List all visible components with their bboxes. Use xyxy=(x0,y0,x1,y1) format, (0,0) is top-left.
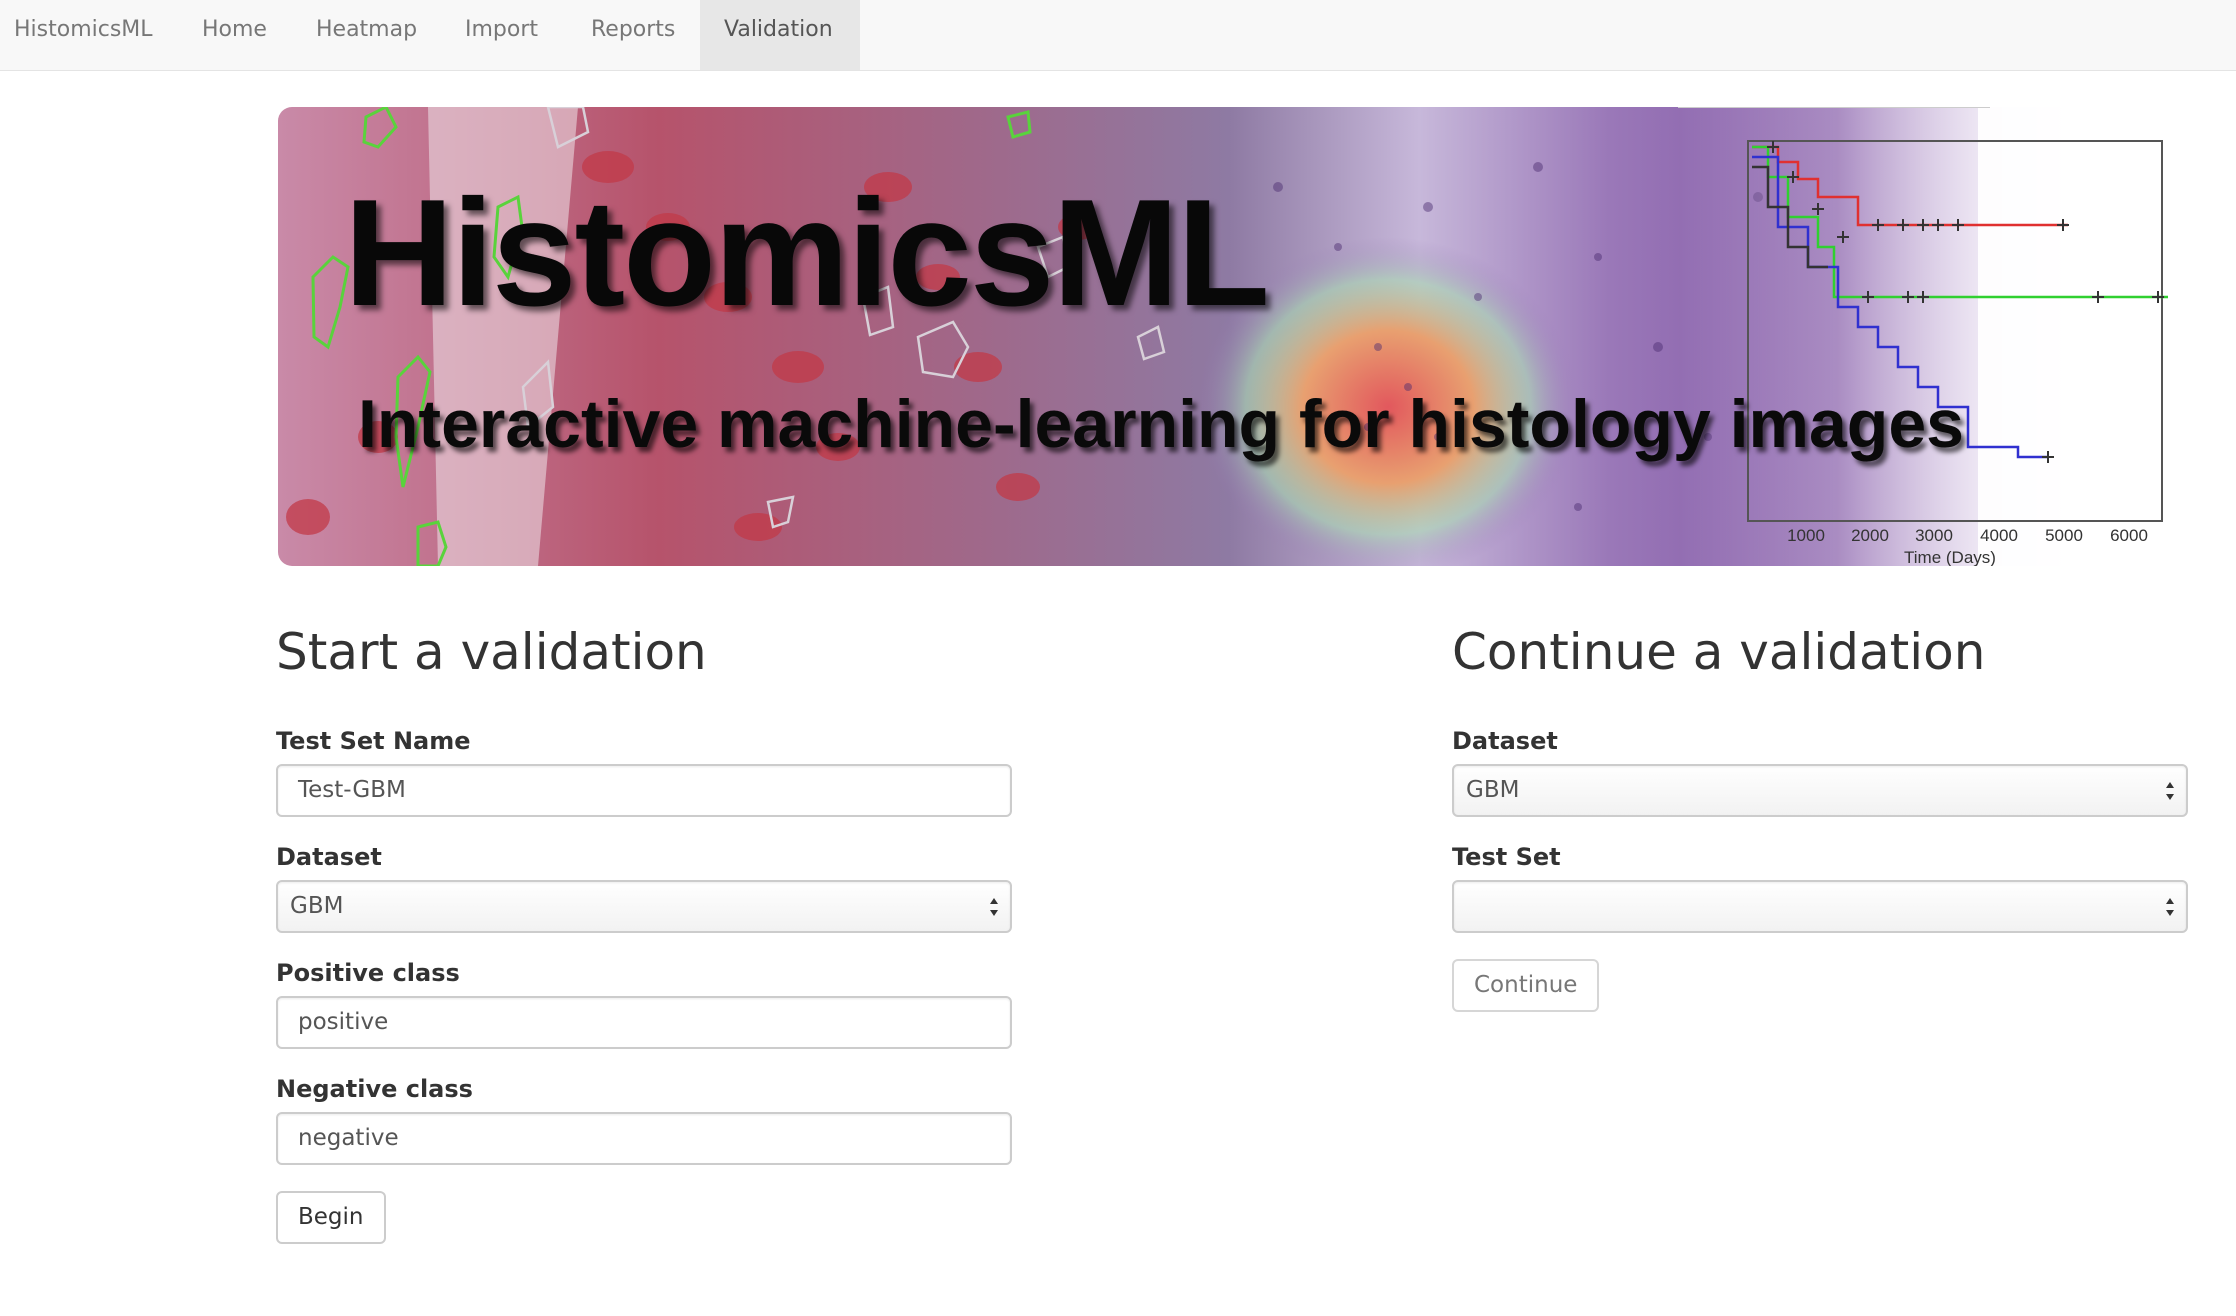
negative-class-label: Negative class xyxy=(276,1075,473,1103)
plot-tick: 3000 xyxy=(1915,526,1953,545)
plot-tick: 4000 xyxy=(1980,526,2018,545)
start-validation-title: Start a validation xyxy=(276,623,707,681)
test-set-select[interactable] xyxy=(1452,880,2188,933)
continue-button[interactable]: Continue xyxy=(1452,959,1600,1012)
banner-title: HistomicsML xyxy=(344,168,1270,338)
begin-button[interactable]: Begin xyxy=(276,1191,386,1244)
plot-tick: 2000 xyxy=(1851,526,1889,545)
continue-dataset-label: Dataset xyxy=(1452,727,1558,755)
banner-subtitle: Interactive machine-learning for histolo… xyxy=(358,386,1964,462)
plot-tick: 5000 xyxy=(2045,526,2083,545)
nav-item-heatmap[interactable]: Heatmap xyxy=(292,0,441,70)
top-navbar: HistomicsML Home Heatmap Import Reports … xyxy=(0,0,2236,71)
test-set-name-label: Test Set Name xyxy=(276,727,471,755)
continue-validation-title: Continue a validation xyxy=(1452,623,1986,681)
continue-dataset-select[interactable]: GBM xyxy=(1452,764,2188,817)
histomicsml-banner: 1000 2000 3000 4000 5000 6000 Time (Days… xyxy=(278,107,2180,566)
select-arrows-icon xyxy=(2166,782,2174,800)
positive-class-label: Positive class xyxy=(276,959,460,987)
positive-class-input[interactable]: positive xyxy=(276,996,1012,1049)
plot-tick: 1000 xyxy=(1787,526,1825,545)
dataset-select[interactable]: GBM xyxy=(276,880,1012,933)
negative-class-input[interactable]: negative xyxy=(276,1112,1012,1165)
select-arrows-icon xyxy=(2166,898,2174,916)
plot-tick: 6000 xyxy=(2110,526,2148,545)
dataset-label: Dataset xyxy=(276,843,382,871)
nav-item-home[interactable]: Home xyxy=(178,0,291,70)
nav-item-reports[interactable]: Reports xyxy=(567,0,699,70)
test-set-label: Test Set xyxy=(1452,843,1561,871)
dataset-select-value: GBM xyxy=(290,893,344,919)
nav-item-validation[interactable]: Validation xyxy=(700,0,860,70)
test-set-name-input[interactable]: Test-GBM xyxy=(276,764,1012,817)
plot-x-label: Time (Days) xyxy=(1904,548,1996,566)
select-arrows-icon xyxy=(990,898,998,916)
continue-dataset-select-value: GBM xyxy=(1466,777,1520,803)
brand-link[interactable]: HistomicsML xyxy=(0,0,177,70)
nav-item-import[interactable]: Import xyxy=(441,0,562,70)
